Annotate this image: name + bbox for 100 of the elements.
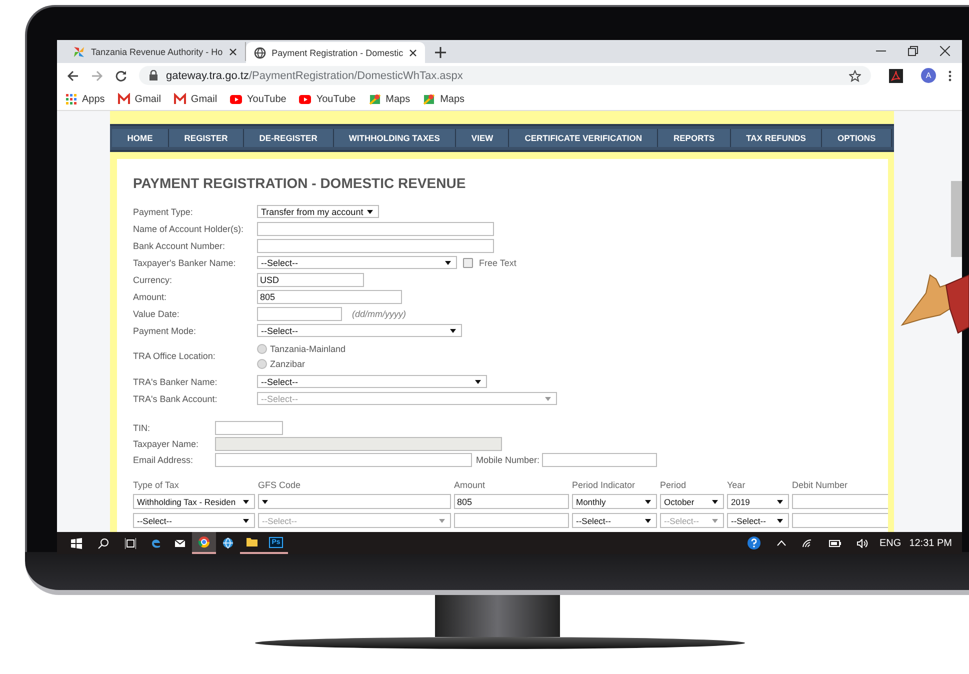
column-header: Period Indicator [572, 480, 636, 490]
bookmark[interactable]: Maps [368, 93, 410, 105]
caret-icon [367, 210, 374, 214]
input-field[interactable]: 805 [257, 290, 402, 304]
address-bar[interactable]: gateway.tra.go.tz/PaymentRegistration/DomesticWhTax.aspx [139, 66, 871, 85]
field-label: Currency: [133, 274, 174, 284]
caret-icon [262, 500, 268, 504]
dropdown[interactable]: --Select-- [257, 324, 462, 337]
dropdown[interactable]: 2019 [727, 494, 789, 509]
search-icon[interactable] [98, 538, 109, 548]
caret-icon [475, 380, 481, 384]
bookmark[interactable]: Apps [65, 93, 105, 105]
dropdown[interactable]: October [660, 494, 724, 509]
dropdown[interactable]: --Select-- [133, 513, 255, 528]
dropdown[interactable]: --Select-- [572, 513, 657, 528]
bookmark[interactable]: Maps [423, 93, 465, 105]
pdf-icon[interactable] [889, 68, 903, 82]
nav-item[interactable]: HOME [112, 129, 170, 147]
nav-item[interactable]: WITHHOLDING TAXES [334, 129, 456, 147]
close-icon[interactable] [228, 48, 237, 56]
chrome-logo-icon [198, 536, 210, 548]
restore-icon[interactable] [908, 46, 918, 56]
close-icon[interactable] [940, 46, 950, 56]
bookmark[interactable]: Gmail [174, 93, 218, 105]
caret-icon [243, 500, 249, 504]
date-format-hint: (dd/mm/yyyy) [352, 308, 406, 318]
bookmark[interactable]: Gmail [118, 93, 161, 105]
task-view-icon[interactable] [125, 538, 136, 548]
reload-icon[interactable] [115, 70, 127, 82]
column-header: Period [660, 480, 688, 490]
column-header: Amount [454, 480, 486, 490]
input-field[interactable] [257, 306, 342, 320]
table-input[interactable]: 805 [454, 494, 569, 509]
dropdown[interactable]: --Select-- [727, 513, 789, 528]
clock[interactable]: 12:31 PM [909, 538, 952, 548]
chevron-up-icon[interactable] [776, 540, 786, 546]
taskbar-app[interactable] [192, 532, 216, 554]
browser-tab[interactable]: Tanzania Revenue Authority - Ho [65, 42, 246, 61]
dropdown[interactable]: Monthly [572, 494, 657, 509]
caret-icon [777, 500, 783, 504]
nav-item[interactable]: OPTIONS [822, 129, 892, 147]
column-header: Year [727, 480, 746, 490]
input-field[interactable] [257, 222, 494, 236]
close-icon[interactable] [409, 48, 418, 56]
field-label: Email Address: [133, 455, 194, 465]
checkbox[interactable] [463, 258, 473, 268]
map-pin-icon [423, 93, 436, 105]
star-icon[interactable] [849, 70, 861, 82]
mail-m-icon [118, 93, 130, 105]
wifi-icon[interactable] [802, 538, 813, 548]
pinwheel-icon [73, 46, 85, 58]
more-icon[interactable] [948, 70, 952, 82]
dropdown[interactable]: Withholding Tax - Residen [133, 494, 255, 509]
play-icon [299, 93, 312, 105]
battery-icon[interactable] [828, 540, 841, 546]
input-field[interactable] [215, 421, 283, 435]
tab-title: Tanzania Revenue Authority - Ho [91, 46, 223, 56]
e-logo-icon [150, 537, 162, 549]
radio-button[interactable] [257, 358, 267, 368]
radio-button[interactable] [257, 344, 267, 354]
nav-item[interactable]: REGISTER [169, 129, 244, 147]
caret-icon [545, 396, 551, 400]
nav-item[interactable]: REPORTS [658, 129, 731, 147]
table-input[interactable] [454, 513, 569, 528]
back-arrow-icon[interactable] [67, 70, 79, 82]
speaker-icon[interactable] [856, 538, 868, 548]
nav-item[interactable]: DE-REGISTER [244, 129, 334, 147]
field-label: Bank Account Number: [133, 240, 226, 250]
input-field[interactable] [542, 453, 657, 467]
caret-icon [777, 518, 783, 522]
caret-icon [243, 518, 249, 522]
folder-icon [246, 536, 258, 548]
globe-icon [222, 537, 234, 549]
dropdown[interactable]: Transfer from my account [257, 205, 380, 218]
input-field[interactable] [257, 238, 494, 252]
play-icon [230, 93, 242, 105]
table-input[interactable] [792, 494, 888, 509]
url-text: gateway.tra.go.tz/PaymentRegistration/DomesticWhTax.aspx [166, 70, 464, 82]
nav-item[interactable]: CERTIFICATE VERIFICATION [509, 129, 658, 147]
windows-logo-icon[interactable] [71, 538, 82, 548]
language-indicator[interactable]: ENG [880, 538, 902, 548]
bookmark[interactable]: YouTube [230, 93, 286, 105]
input-field[interactable]: USD [257, 272, 364, 286]
nav-item[interactable]: VIEW [456, 129, 510, 147]
table-input[interactable] [792, 513, 888, 528]
field-label: Mobile Number: [476, 455, 540, 465]
input-field[interactable] [215, 453, 472, 467]
scrollbar[interactable] [951, 181, 962, 257]
field-label: Taxpayer Name: [133, 439, 200, 449]
bookmark[interactable]: YouTube [299, 93, 356, 105]
dropdown[interactable]: --Select-- [257, 375, 487, 388]
profile-avatar[interactable]: A [921, 68, 936, 83]
mail-m-icon [174, 93, 186, 105]
field-label: Payment Mode: [133, 326, 198, 336]
dropdown[interactable]: --Select-- [257, 256, 457, 269]
plus-icon[interactable] [435, 47, 446, 58]
nav-item[interactable]: TAX REFUNDS [730, 129, 822, 147]
browser-tab[interactable]: Payment Registration - Domestic [246, 42, 426, 63]
grid-icon [65, 93, 77, 105]
help-icon[interactable] [746, 536, 761, 550]
